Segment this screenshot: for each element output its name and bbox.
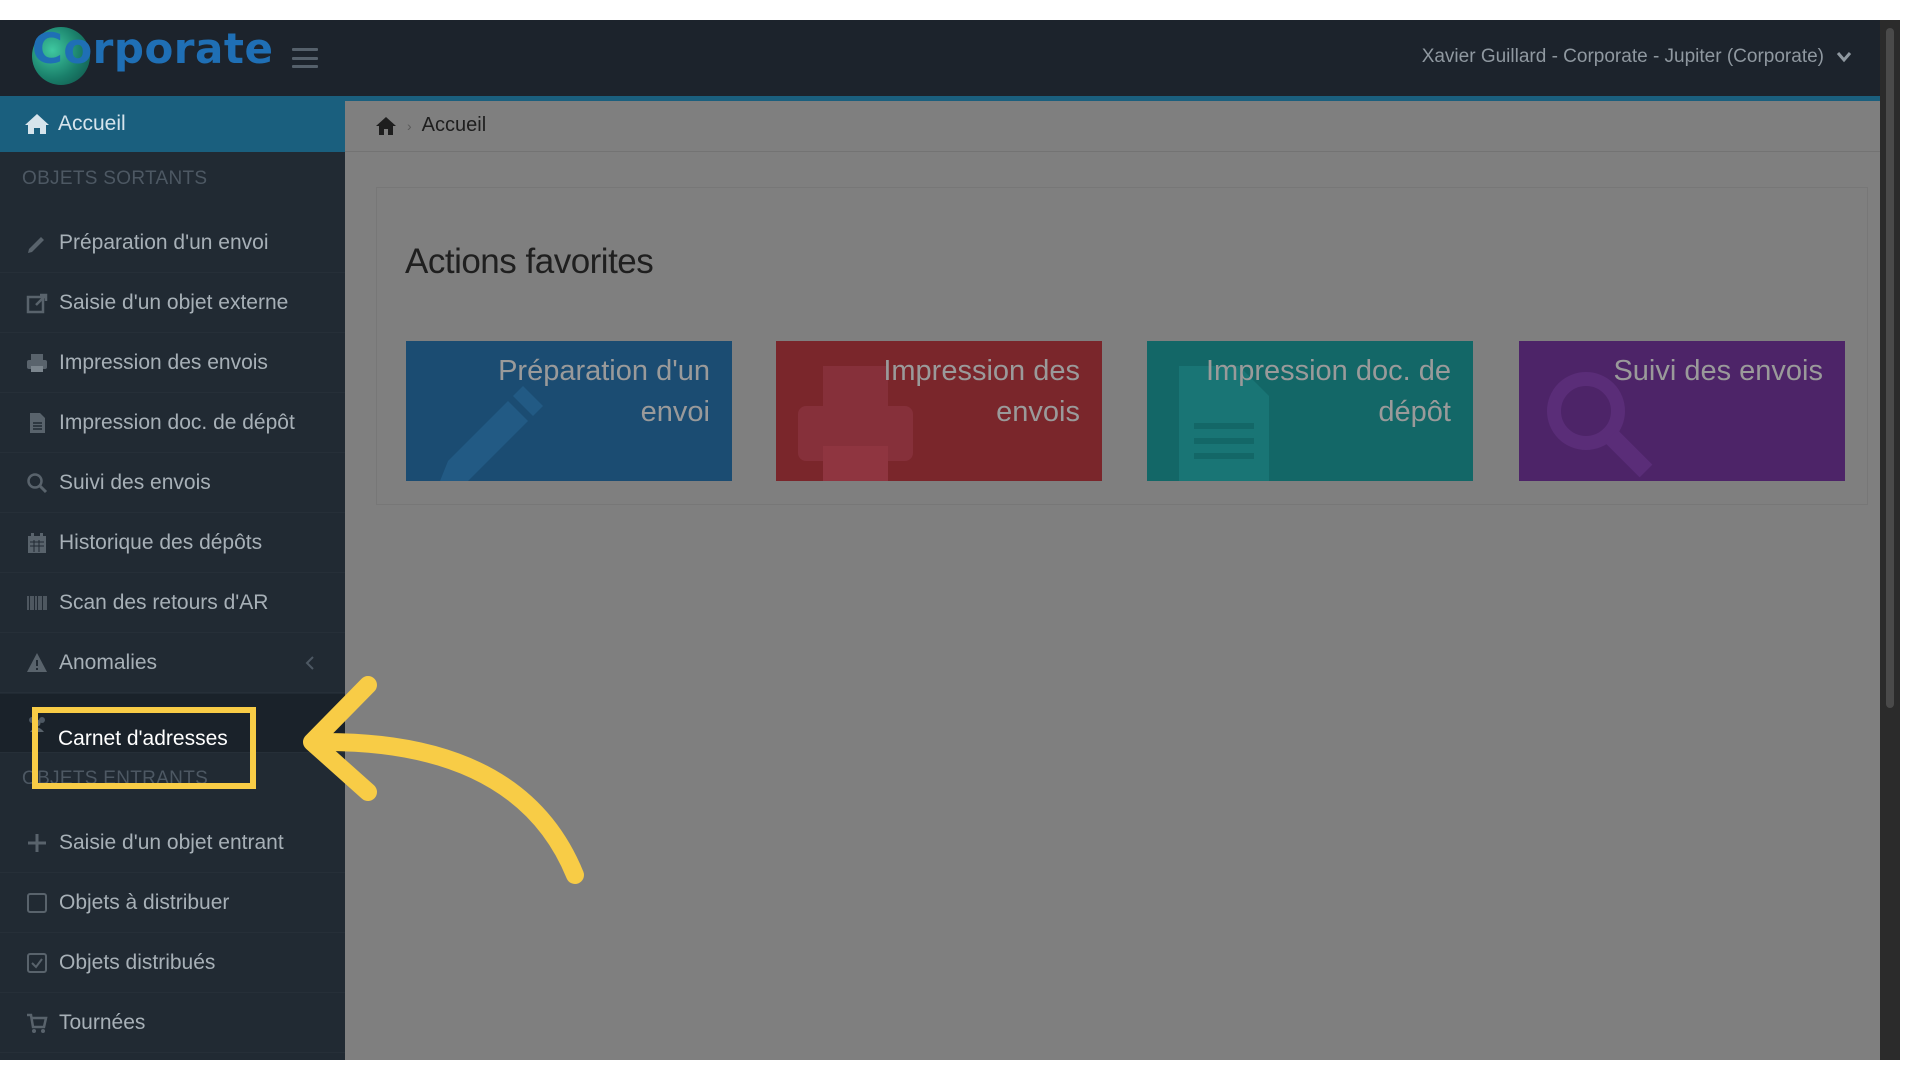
- sidebar-item-home[interactable]: Accueil: [0, 96, 345, 152]
- tile-suivi[interactable]: Suivi des envois: [1519, 341, 1845, 481]
- top-bar: Corporate Xavier Guillard - Corporate - …: [0, 20, 1900, 96]
- sidebar-item-label: Impression des envois: [59, 351, 268, 374]
- sidebar-item-suivi[interactable]: Suivi des envois: [0, 454, 345, 513]
- home-icon: [25, 114, 49, 134]
- sidebar-item-label: Tournées: [59, 1011, 146, 1034]
- scrollbar-thumb[interactable]: [1886, 28, 1894, 708]
- breadcrumb-bar: › Accueil: [345, 101, 1900, 152]
- barcode-icon: [25, 591, 49, 615]
- breadcrumb-separator: ›: [407, 117, 412, 134]
- tile-label: Préparation d'un envoi: [498, 355, 710, 428]
- sidebar-item-historique[interactable]: Historique des dépôts: [0, 514, 345, 573]
- sidebar-item-label: Saisie d'un objet externe: [59, 291, 289, 314]
- user-menu[interactable]: Xavier Guillard - Corporate - Jupiter (C…: [1422, 46, 1852, 68]
- sidebar-item-label: Anomalies: [59, 651, 158, 674]
- sidebar-item-label: Préparation d'un envoi: [59, 231, 269, 254]
- sidebar-item-impression-envois[interactable]: Impression des envois: [0, 334, 345, 393]
- pointer-arrow-icon: [303, 676, 584, 884]
- external-edit-icon: [25, 291, 49, 315]
- favorites-panel: Actions favorites Préparation d'un envoi…: [376, 187, 1868, 505]
- page-title: Actions favorites: [405, 242, 654, 281]
- sidebar-item-label: Objets distribués: [59, 951, 216, 974]
- breadcrumb: › Accueil: [375, 114, 486, 137]
- sidebar-item-tournees[interactable]: Tournées: [0, 994, 345, 1053]
- menu-toggle-icon[interactable]: [292, 48, 318, 68]
- tile-label: Suivi des envois: [1613, 355, 1823, 387]
- document-icon: [25, 411, 49, 435]
- logo-text: Corporate: [32, 24, 274, 73]
- sidebar-item-label: Saisie d'un objet entrant: [59, 831, 284, 854]
- scrollbar[interactable]: [1880, 20, 1900, 1060]
- tile-impression-doc[interactable]: Impression doc. de dépôt: [1147, 341, 1473, 481]
- sidebar-item-impression-doc[interactable]: Impression doc. de dépôt: [0, 394, 345, 453]
- section-outgoing: OBJETS SORTANTS: [22, 168, 208, 189]
- sidebar-item-scan[interactable]: Scan des retours d'AR: [0, 574, 345, 633]
- checkbox-empty-icon: [25, 891, 49, 915]
- chevron-down-icon: [1836, 52, 1852, 63]
- sidebar-item-distribues[interactable]: Objets distribués: [0, 934, 345, 993]
- sidebar-item-label: Historique des dépôts: [59, 531, 263, 554]
- search-icon: [25, 471, 49, 495]
- cart-icon: [25, 1011, 49, 1035]
- highlighted-sidebar-label[interactable]: Carnet d'adresses: [58, 727, 228, 751]
- warning-icon: [25, 651, 49, 675]
- sidebar: Accueil OBJETS SORTANTS Préparation d'un…: [0, 96, 345, 1060]
- home-icon[interactable]: [375, 116, 397, 136]
- sidebar-item-label: Objets à distribuer: [59, 891, 230, 914]
- app-window: Corporate Xavier Guillard - Corporate - …: [0, 20, 1900, 1060]
- plus-icon: [25, 831, 49, 855]
- sidebar-item-preparation[interactable]: Préparation d'un envoi: [0, 214, 345, 273]
- tile-impression-envois[interactable]: Impression des envois: [776, 341, 1102, 481]
- tile-preparation[interactable]: Préparation d'un envoi: [406, 341, 732, 481]
- sidebar-item-label: Accueil: [58, 112, 126, 135]
- user-menu-label: Xavier Guillard - Corporate - Jupiter (C…: [1421, 46, 1824, 67]
- tile-label: Impression doc. de dépôt: [1205, 355, 1451, 428]
- sidebar-item-saisie-externe[interactable]: Saisie d'un objet externe: [0, 274, 345, 333]
- printer-icon: [25, 351, 49, 375]
- chevron-left-icon: [305, 656, 314, 670]
- pencil-icon: [25, 231, 49, 255]
- tile-label: Impression des envois: [883, 355, 1080, 428]
- breadcrumb-current: Accueil: [421, 114, 487, 136]
- sidebar-item-label: Suivi des envois: [59, 471, 211, 494]
- calendar-icon: [25, 531, 49, 555]
- checkbox-checked-icon: [25, 951, 49, 975]
- sidebar-item-label: Impression doc. de dépôt: [59, 411, 295, 434]
- sidebar-item-label: Scan des retours d'AR: [59, 591, 269, 614]
